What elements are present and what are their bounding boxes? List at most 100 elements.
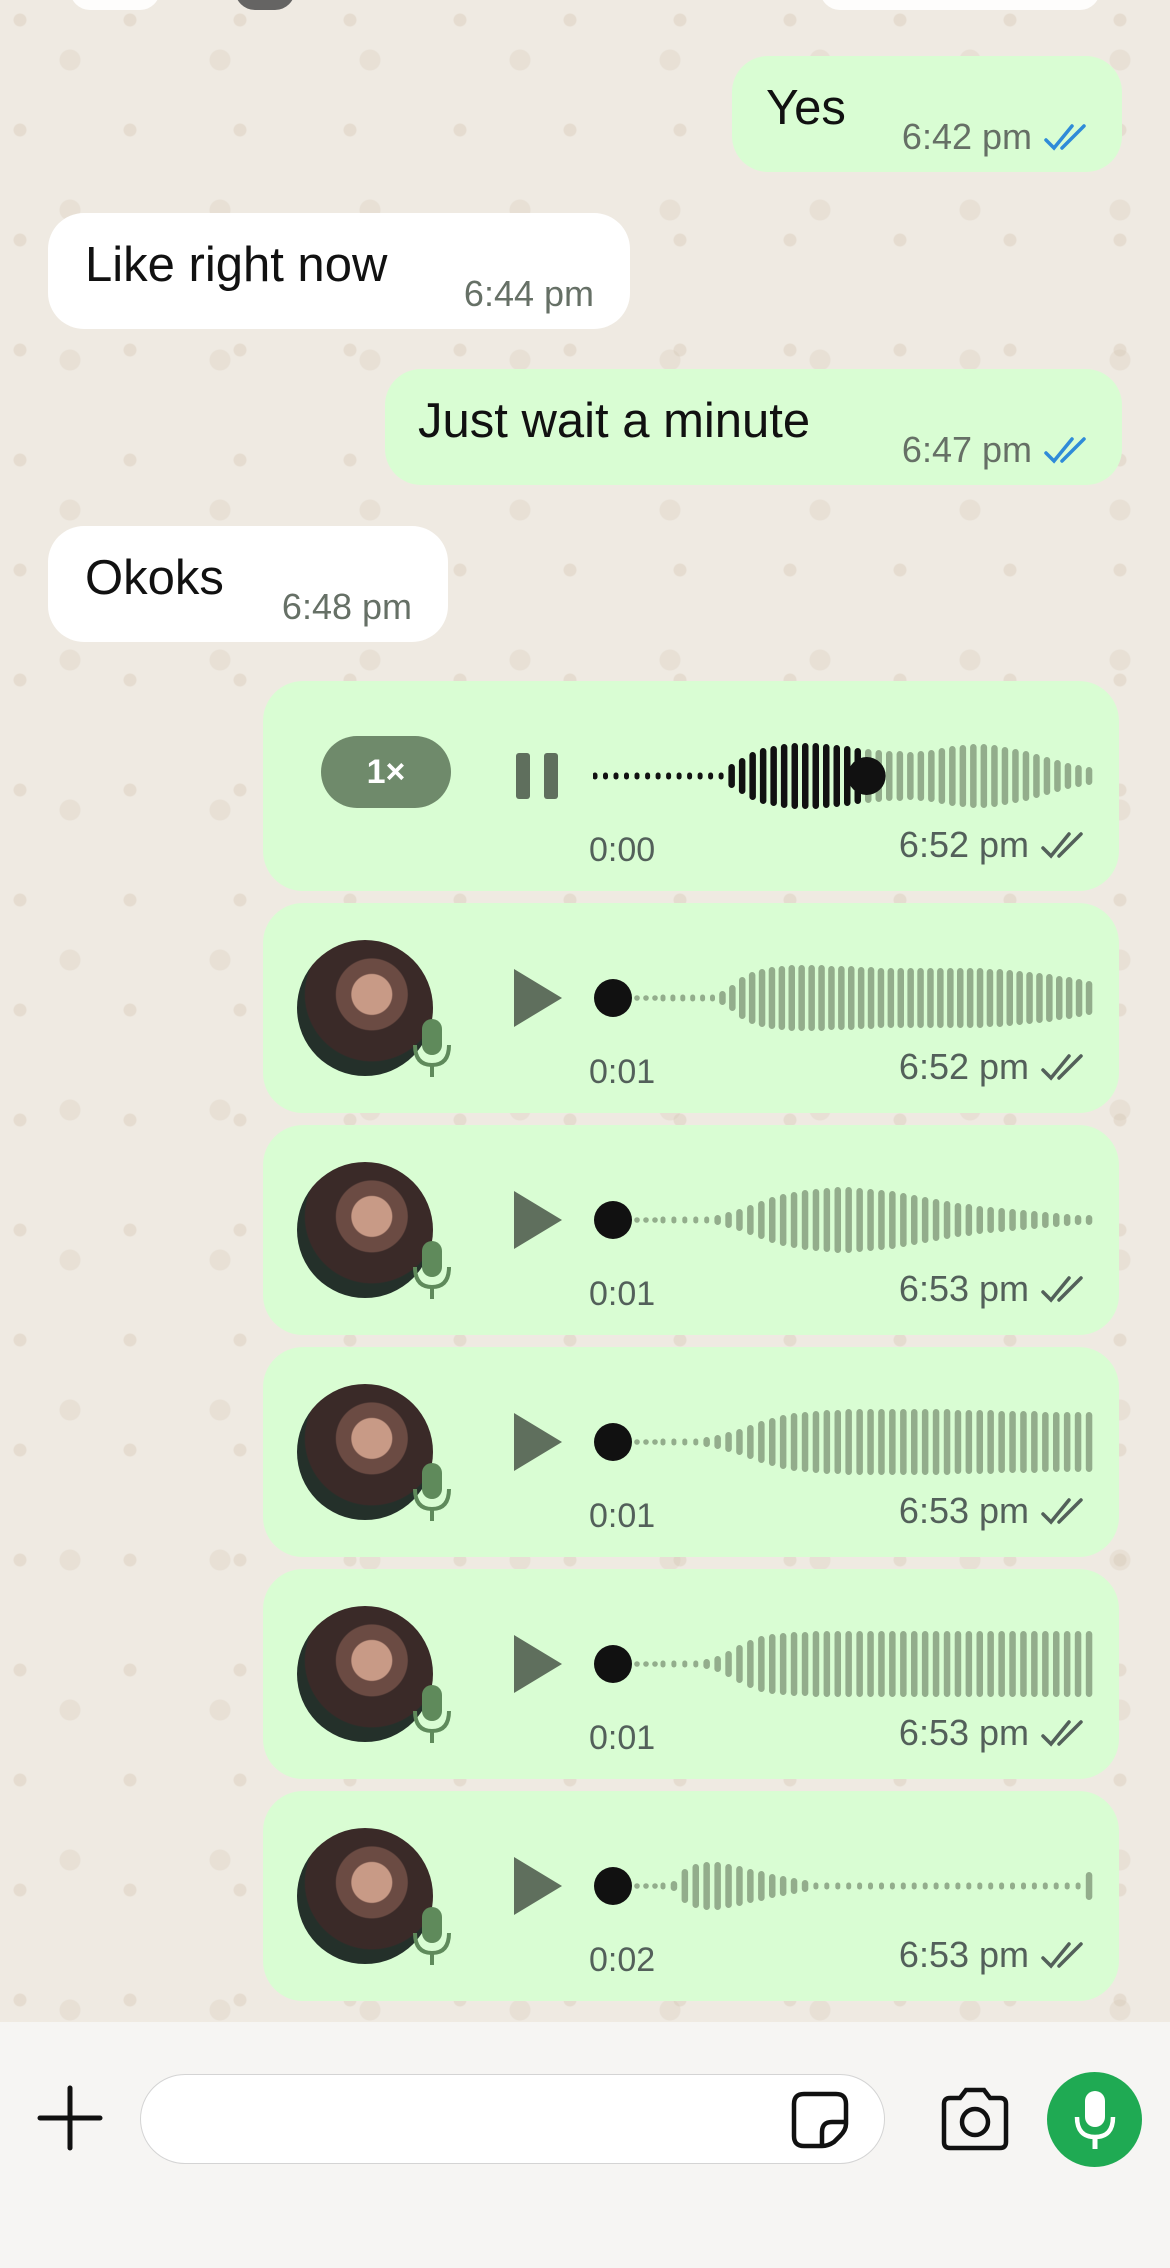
waveform-bar <box>987 1631 994 1697</box>
waveform-bar <box>996 969 1004 1027</box>
waveform-bar <box>779 1415 787 1469</box>
playhead-knob[interactable] <box>594 1645 632 1683</box>
waveform-bar <box>780 744 788 808</box>
voice-note-bubble[interactable]: 0:01 6:53 pm <box>263 1347 1119 1557</box>
waveform-bar <box>671 1438 677 1446</box>
waveform-bar <box>725 1432 732 1452</box>
waveform-bar <box>1010 1882 1015 1890</box>
waveform-bar <box>1074 1631 1082 1697</box>
waveform-bar <box>998 1631 1005 1697</box>
waveform-bar <box>1063 1631 1071 1697</box>
waveform-bar <box>1053 1631 1060 1697</box>
waveform-bar <box>998 1208 1005 1232</box>
waveform-bar <box>813 1882 819 1890</box>
waveform-dot <box>634 1217 640 1223</box>
waveform-bar <box>848 966 855 1030</box>
waveform-bar <box>1075 1882 1081 1890</box>
waveform-bar <box>977 1882 983 1890</box>
playhead-knob[interactable] <box>847 757 886 795</box>
waveform-dot <box>652 1439 658 1445</box>
waveform-bar <box>759 748 767 804</box>
waveform-bar <box>954 1203 962 1237</box>
voice-note-bubble[interactable]: 0:01 6:53 pm <box>263 1569 1119 1779</box>
waveform-bar <box>943 1631 951 1697</box>
waveform-bar <box>911 1882 917 1890</box>
waveform-dot <box>634 995 640 1001</box>
waveform-bar <box>1009 1631 1016 1697</box>
waveform-bar <box>835 1882 841 1890</box>
waveform-bar <box>937 968 944 1028</box>
sticker-icon[interactable] <box>790 2090 850 2150</box>
message-bubble-outgoing[interactable]: Yes 6:42 pm <box>732 56 1122 172</box>
microphone-icon <box>413 1241 451 1299</box>
waveform[interactable] <box>593 1165 1093 1275</box>
waveform[interactable] <box>593 721 1093 831</box>
message-time: 6:52 pm <box>898 824 1029 865</box>
waveform-bar <box>645 772 651 780</box>
waveform[interactable] <box>593 943 1093 1053</box>
waveform-bar <box>680 994 686 1002</box>
message-time: 6:53 pm <box>898 1712 1029 1753</box>
waveform-bar <box>769 1418 776 1466</box>
waveform-bar <box>911 1409 918 1475</box>
waveform-bar <box>634 772 640 780</box>
voice-note-bubble[interactable]: 0:02 6:53 pm <box>263 1791 1119 2001</box>
waveform[interactable] <box>593 1609 1093 1719</box>
waveform-bar <box>965 1204 973 1236</box>
playhead-knob[interactable] <box>594 1867 632 1905</box>
waveform-bar <box>828 966 835 1030</box>
waveform-bar <box>1056 976 1063 1020</box>
waveform-bar <box>801 1632 809 1696</box>
waveform-bar <box>932 1409 940 1475</box>
waveform-bar <box>927 968 934 1028</box>
play-icon[interactable] <box>508 1851 568 1921</box>
microphone-icon <box>413 1019 451 1077</box>
plus-icon[interactable] <box>36 2084 104 2152</box>
waveform-bar <box>738 758 746 794</box>
voice-note-bubble[interactable]: 0:01 6:52 pm <box>263 903 1119 1113</box>
play-icon[interactable] <box>508 1629 568 1699</box>
message-text: Just wait a minute <box>418 394 811 448</box>
waveform-bar <box>778 966 786 1030</box>
waveform-bar <box>769 1197 776 1243</box>
play-icon[interactable] <box>508 1185 568 1255</box>
message-meta: 6:53 pm <box>899 1490 1087 1532</box>
waveform-bar <box>823 744 830 808</box>
pause-icon[interactable] <box>513 749 561 803</box>
waveform-bar <box>1085 1412 1093 1472</box>
message-meta: 6:52 pm <box>899 824 1087 866</box>
waveform-bar <box>682 1438 688 1446</box>
message-input[interactable] <box>140 2074 885 2164</box>
waveform-bar <box>693 1216 699 1224</box>
waveform-bar <box>907 752 914 800</box>
playback-speed-button[interactable]: 1× <box>321 736 451 808</box>
playhead-knob[interactable] <box>594 1423 632 1461</box>
play-icon[interactable] <box>508 963 568 1033</box>
waveform-bar <box>758 1201 765 1239</box>
playhead-knob[interactable] <box>594 979 632 1017</box>
record-voice-button[interactable] <box>1047 2072 1142 2167</box>
camera-icon[interactable] <box>938 2086 1012 2152</box>
message-bubble-incoming[interactable]: Like right now 6:44 pm <box>48 213 630 329</box>
waveform-bar <box>790 1192 798 1248</box>
voice-note-bubble[interactable]: 0:01 6:53 pm <box>263 1125 1119 1335</box>
playhead-knob[interactable] <box>594 1201 632 1239</box>
waveform-bar <box>1054 760 1061 792</box>
message-bubble-incoming[interactable]: Okoks 6:48 pm <box>48 526 448 642</box>
waveform[interactable] <box>593 1387 1093 1497</box>
waveform-bar <box>867 1189 874 1251</box>
waveform-bar <box>856 1631 863 1697</box>
waveform-dot <box>643 1661 649 1667</box>
waveform-bar <box>818 965 825 1031</box>
waveform-bar <box>1074 1215 1082 1225</box>
message-bubble-outgoing[interactable]: Just wait a minute 6:47 pm <box>385 369 1122 485</box>
waveform-bar <box>900 1882 906 1890</box>
play-icon[interactable] <box>508 1407 568 1477</box>
voice-note-bubble[interactable]: 1× 0:00 6:52 pm <box>263 681 1119 891</box>
waveform-bar <box>834 1410 841 1474</box>
waveform-bar <box>943 1201 951 1239</box>
waveform-bar <box>660 1882 666 1890</box>
waveform-bar <box>943 1409 951 1475</box>
waveform[interactable] <box>593 1831 1093 1941</box>
waveform-bar <box>1085 981 1093 1015</box>
